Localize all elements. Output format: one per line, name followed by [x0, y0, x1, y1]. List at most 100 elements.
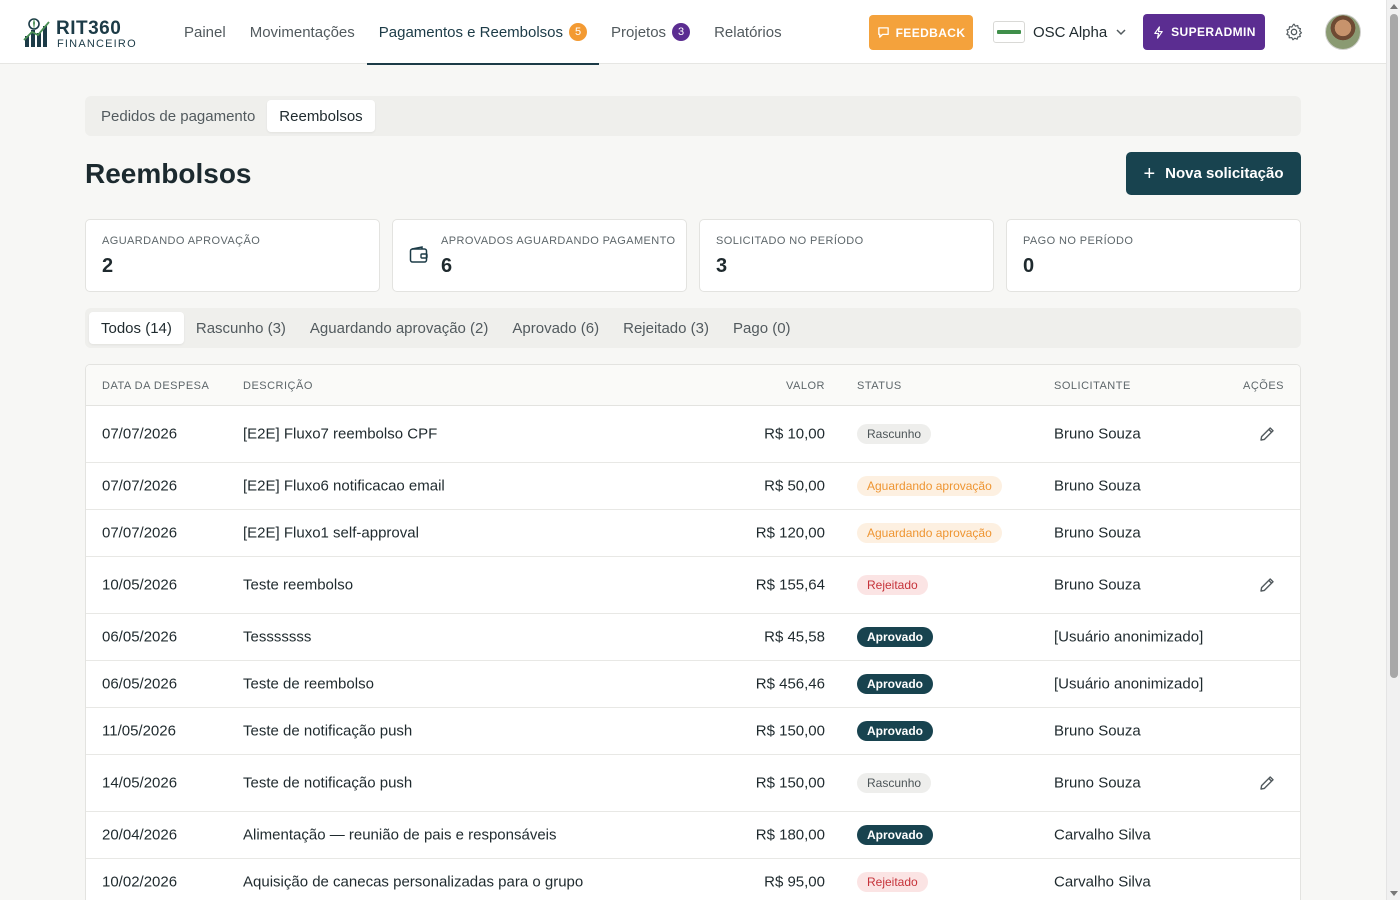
- page-scrollbar[interactable]: [1386, 0, 1400, 900]
- requester-name: Bruno Souza: [1054, 524, 1141, 542]
- nav-count-badge: 5: [569, 23, 588, 41]
- table-row[interactable]: 14/05/2026 Teste de notificação push R$ 15…: [86, 755, 1300, 812]
- nav-label: Painel: [184, 23, 226, 41]
- expense-date: 10/02/2026: [102, 873, 178, 891]
- column-header-actions: AÇÕES: [1242, 380, 1284, 392]
- table-header: DATA DA DESPESA DESCRIÇÃO VALOR STATUS S…: [86, 365, 1300, 406]
- edit-pencil-icon[interactable]: [1258, 774, 1276, 792]
- top-bar: RIT360 FINANCEIRO Painel Movimentações P…: [0, 0, 1386, 65]
- expense-value: R$ 180,00: [755, 826, 825, 844]
- stat-label: PAGO NO PERÍODO: [1023, 235, 1134, 247]
- brand-logo[interactable]: RIT360 FINANCEIRO: [22, 16, 136, 50]
- org-selector[interactable]: OSC Alpha: [993, 20, 1127, 44]
- stat-card-pago: PAGO NO PERÍODO 0: [1006, 219, 1301, 292]
- requester-name: Bruno Souza: [1054, 774, 1141, 792]
- org-name: OSC Alpha: [1033, 23, 1108, 41]
- nav-count-badge: 3: [672, 23, 691, 41]
- expense-value: R$ 45,58: [764, 628, 825, 646]
- reimbursements-table: DATA DA DESPESA DESCRIÇÃO VALOR STATUS S…: [85, 364, 1301, 900]
- brand-name: RIT360: [56, 18, 122, 39]
- status-badge: Aprovado: [857, 674, 934, 694]
- expense-date: 14/05/2026: [102, 774, 178, 792]
- column-header-requester[interactable]: SOLICITANTE: [1054, 380, 1131, 392]
- status-filter-tabs: Todos (14) Rascunho (3) Aguardando aprov…: [85, 308, 1301, 348]
- expense-value: R$ 95,00: [764, 873, 825, 891]
- status-badge: Rejeitado: [857, 872, 928, 892]
- user-avatar[interactable]: [1325, 14, 1361, 50]
- filter-aguardando[interactable]: Aguardando aprovação (2): [298, 312, 500, 344]
- expense-description: [E2E] Fluxo6 notificacao email: [243, 477, 445, 495]
- column-header-status[interactable]: STATUS: [857, 380, 902, 392]
- gear-icon[interactable]: [1284, 22, 1304, 42]
- status-badge: Aprovado: [857, 825, 934, 845]
- column-header-date[interactable]: DATA DA DESPESA: [102, 380, 209, 392]
- status-badge-cell: Aguardando aprovação: [857, 476, 1002, 496]
- table-row[interactable]: 07/07/2026 [E2E] Fluxo1 self-approval R$ 1…: [86, 510, 1300, 557]
- superadmin-button[interactable]: SUPERADMIN: [1143, 14, 1265, 50]
- tab-reembolsos[interactable]: Reembolsos: [267, 100, 375, 132]
- table-row[interactable]: 10/05/2026 Teste reembolso R$ 155,64 Rejeit…: [86, 557, 1300, 614]
- new-request-label: Nova solicitação: [1165, 165, 1284, 182]
- wallet-icon: [409, 246, 428, 263]
- expense-description: Teste reembolso: [243, 576, 354, 594]
- table-row[interactable]: 06/05/2026 Tesssssss R$ 45,58 Aprovado [Usuá…: [86, 614, 1300, 661]
- table-row[interactable]: 11/05/2026 Teste de notificação push R$ 15…: [86, 708, 1300, 755]
- tab-pedidos-pagamento[interactable]: Pedidos de pagamento: [89, 100, 267, 132]
- filter-rejeitado[interactable]: Rejeitado (3): [611, 312, 721, 344]
- expense-date: 07/07/2026: [102, 477, 178, 495]
- feedback-button[interactable]: FEEDBACK: [869, 15, 973, 50]
- scroll-thumb[interactable]: [1390, 14, 1398, 678]
- table-row[interactable]: 06/05/2026 Teste de reembolso R$ 456,46 Apr…: [86, 661, 1300, 708]
- table-row[interactable]: 07/07/2026 [E2E] Fluxo7 reembolso CPF R$ 1…: [86, 406, 1300, 463]
- status-badge-cell: Aprovado: [857, 627, 934, 647]
- status-badge: Rascunho: [857, 773, 932, 793]
- requester-name: Carvalho Silva: [1054, 873, 1151, 891]
- filter-todos[interactable]: Todos (14): [89, 312, 184, 344]
- table-row[interactable]: 10/02/2026 Aquisição de canecas personali…: [86, 859, 1300, 900]
- nav-label: Relatórios: [714, 23, 782, 41]
- new-request-button[interactable]: + Nova solicitação: [1126, 152, 1301, 195]
- feedback-label: FEEDBACK: [895, 25, 966, 40]
- expense-date: 11/05/2026: [102, 722, 176, 740]
- expense-description: Alimentação — reunião de pais e responsá…: [243, 826, 557, 844]
- edit-pencil-icon[interactable]: [1258, 425, 1276, 443]
- status-badge-cell: Rascunho: [857, 424, 932, 444]
- status-badge-cell: Rascunho: [857, 773, 932, 793]
- expense-date: 07/07/2026: [102, 524, 178, 542]
- scroll-up-arrow-icon[interactable]: [1390, 4, 1398, 9]
- chat-icon: [877, 27, 889, 38]
- status-badge: Aguardando aprovação: [857, 476, 1002, 496]
- requester-name: [Usuário anonimizado]: [1054, 675, 1204, 693]
- page-title: Reembolsos: [85, 158, 252, 189]
- requester-name: Bruno Souza: [1054, 477, 1141, 495]
- filter-pago[interactable]: Pago (0): [721, 312, 803, 344]
- filter-rascunho[interactable]: Rascunho (3): [184, 312, 298, 344]
- table-row[interactable]: 07/07/2026 [E2E] Fluxo6 notificacao email…: [86, 463, 1300, 510]
- nav-pagamentos-reembolsos[interactable]: Pagamentos e Reembolsos 5: [366, 0, 600, 65]
- column-header-description[interactable]: DESCRIÇÃO: [243, 380, 313, 392]
- stat-label: APROVADOS AGUARDANDO PAGAMENTO: [441, 235, 676, 247]
- scroll-down-arrow-icon[interactable]: [1390, 891, 1398, 896]
- column-header-value[interactable]: VALOR: [786, 380, 825, 392]
- chevron-down-icon: [1116, 29, 1126, 36]
- org-logo: [993, 21, 1025, 43]
- nav-movimentacoes[interactable]: Movimentações: [238, 0, 367, 64]
- requester-name: Bruno Souza: [1054, 425, 1141, 443]
- stat-card-solicitado: SOLICITADO NO PERÍODO 3: [699, 219, 994, 292]
- expense-value: R$ 120,00: [755, 524, 825, 542]
- expense-date: 06/05/2026: [102, 675, 178, 693]
- nav-projetos[interactable]: Projetos 3: [599, 0, 702, 64]
- filter-aprovado[interactable]: Aprovado (6): [500, 312, 611, 344]
- nav-label: Movimentações: [249, 23, 355, 41]
- requester-name: Carvalho Silva: [1054, 826, 1151, 844]
- main-nav: Painel Movimentações Pagamentos e Reembo…: [172, 0, 794, 65]
- edit-pencil-icon[interactable]: [1258, 576, 1276, 594]
- table-row[interactable]: 20/04/2026 Alimentação — reunião de pais …: [86, 812, 1300, 859]
- expense-date: 10/05/2026: [102, 576, 178, 594]
- nav-painel[interactable]: Painel: [172, 0, 238, 64]
- nav-relatorios[interactable]: Relatórios: [702, 0, 794, 64]
- requester-name: Bruno Souza: [1054, 576, 1141, 594]
- nav-label: Projetos: [611, 23, 667, 41]
- status-badge: Aprovado: [857, 721, 934, 741]
- status-badge: Rejeitado: [857, 575, 928, 595]
